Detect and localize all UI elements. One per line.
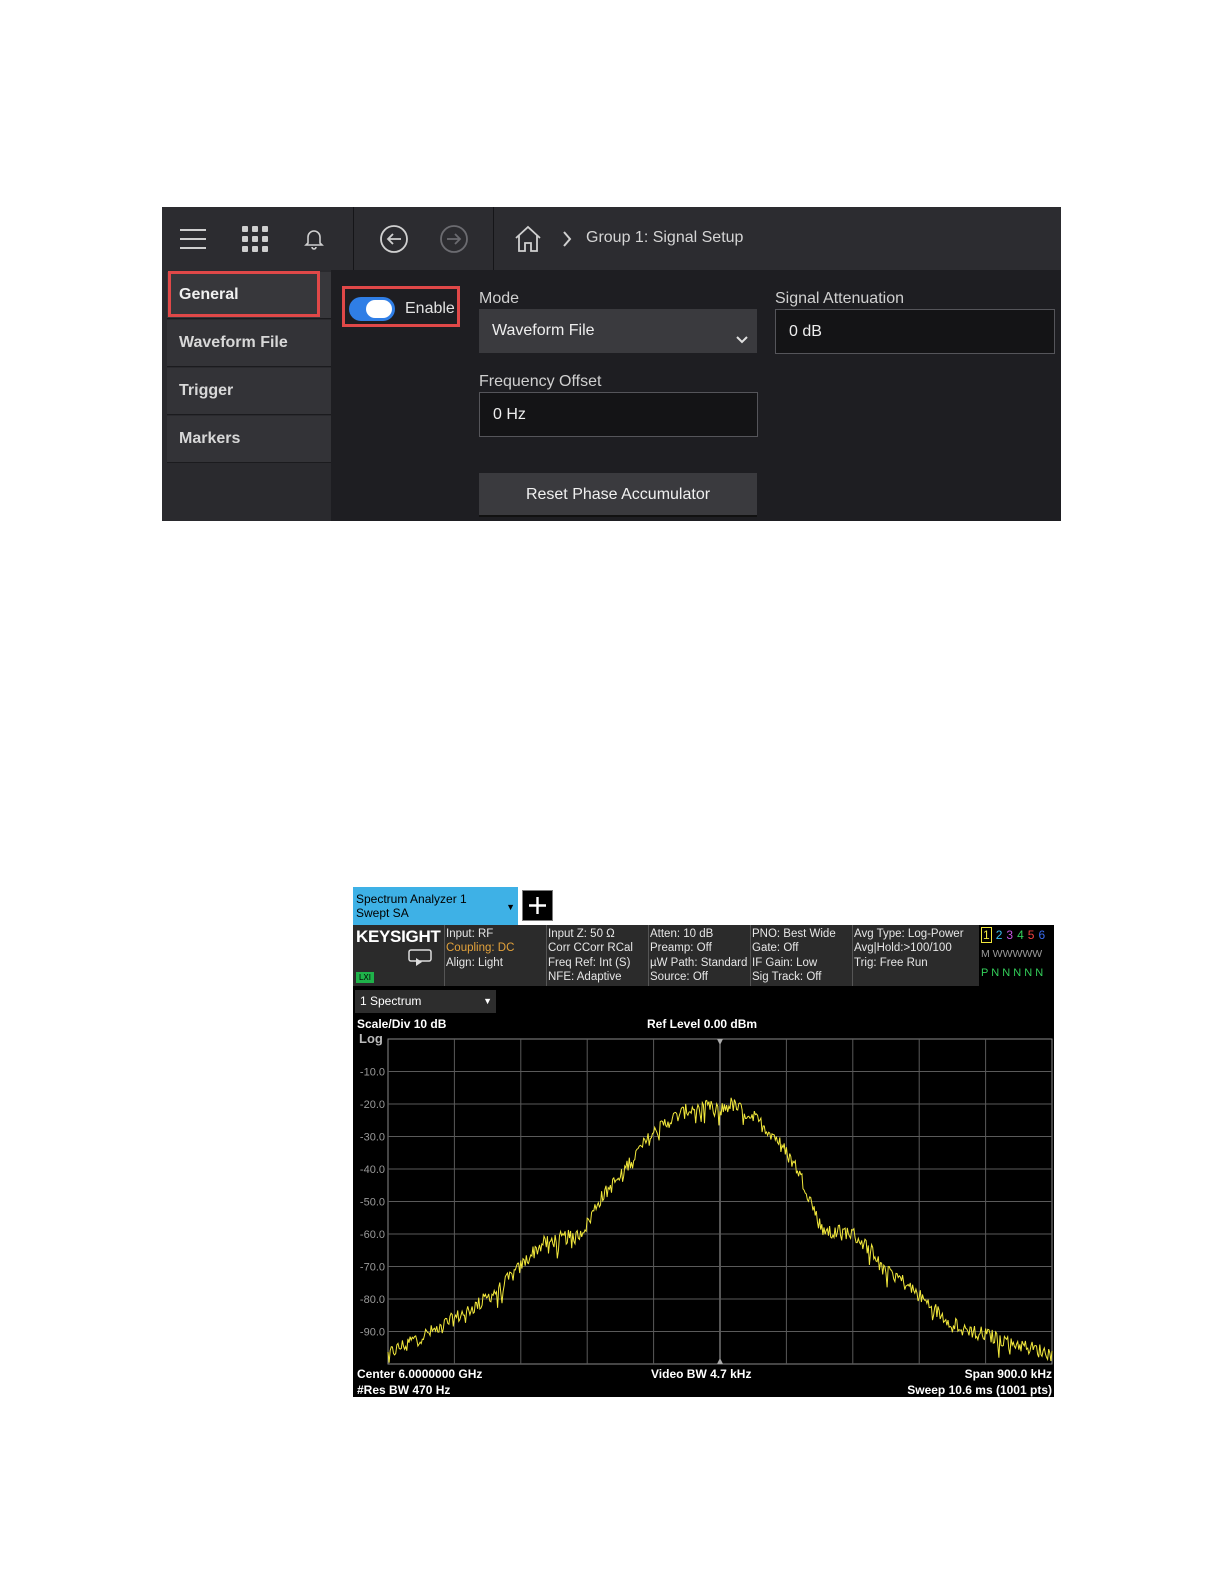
sidebar-item-trigger[interactable]: Trigger: [167, 368, 331, 415]
mode-value: Waveform File: [492, 322, 595, 339]
top-bar: Group 1: Signal Setup: [162, 207, 1061, 270]
apps-grid-icon[interactable]: [240, 224, 270, 254]
highlight-box-general: [168, 271, 320, 317]
y-tick-label: -70.0: [360, 1262, 385, 1274]
y-tick-label: -50.0: [360, 1197, 385, 1209]
y-tick-label: -80.0: [360, 1294, 385, 1306]
chevron-right-icon: [560, 229, 574, 249]
signal-setup-screenshot: Group 1: Signal Setup General Waveform F…: [162, 207, 1061, 521]
chevron-down-icon: [735, 321, 749, 365]
enable-label: Enable: [405, 300, 455, 317]
frequency-offset-input[interactable]: 0 Hz: [479, 392, 758, 437]
sweep-label: Sweep 10.6 ms (1001 pts): [907, 1383, 1052, 1397]
sidebar-item-waveform-file[interactable]: Waveform File: [167, 320, 331, 367]
video-bw-label: Video BW 4.7 kHz: [651, 1367, 752, 1381]
reset-phase-accumulator-button[interactable]: Reset Phase Accumulator: [479, 473, 757, 517]
signal-attenuation-input[interactable]: 0 dB: [775, 309, 1055, 354]
toolbar-separator: [353, 207, 354, 270]
bell-icon[interactable]: [302, 227, 326, 251]
spectrum-plot[interactable]: -10.0 -20.0 -30.0 -40.0 -50.0 -60.0 -70.0 -80.0…: [353, 887, 1054, 1397]
menu-icon[interactable]: [178, 224, 208, 254]
enable-toggle[interactable]: [349, 297, 395, 321]
back-icon[interactable]: [378, 223, 410, 255]
spectrum-analyzer-screenshot: Spectrum Analyzer 1 Swept SA ▼ KEYSIGHT …: [353, 887, 1054, 1397]
span-label: Span 900.0 kHz: [964, 1367, 1052, 1381]
res-bw-label: #Res BW 470 Hz: [357, 1383, 451, 1397]
y-tick-label: -30.0: [360, 1132, 385, 1144]
y-tick-label: -40.0: [360, 1164, 385, 1176]
home-icon[interactable]: [512, 223, 544, 255]
center-frequency-label: Center 6.0000000 GHz: [357, 1367, 483, 1381]
toolbar-separator: [493, 207, 494, 270]
toggle-knob: [366, 300, 392, 318]
breadcrumb[interactable]: Group 1: Signal Setup: [586, 229, 743, 247]
center-marker-bottom: [717, 1358, 723, 1364]
y-tick-label: -10.0: [360, 1067, 385, 1079]
mode-dropdown[interactable]: Waveform File: [479, 309, 757, 353]
y-tick-label: -60.0: [360, 1229, 385, 1241]
y-tick-label: -20.0: [360, 1099, 385, 1111]
center-marker-top: [717, 1039, 723, 1045]
mode-label: Mode: [479, 290, 520, 307]
y-tick-label: -90.0: [360, 1327, 385, 1339]
signal-attenuation-label: Signal Attenuation: [775, 290, 904, 307]
forward-icon[interactable]: [438, 223, 470, 255]
sidebar-item-markers[interactable]: Markers: [167, 416, 331, 463]
frequency-offset-label: Frequency Offset: [479, 373, 602, 390]
